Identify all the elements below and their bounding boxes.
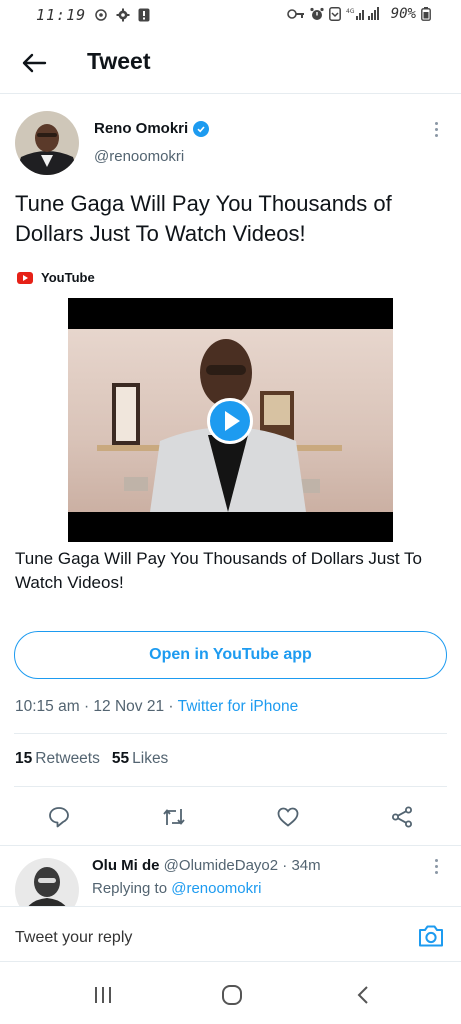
camera-button[interactable]	[417, 923, 445, 949]
tweet-time: 10:15 am	[15, 698, 80, 715]
replying-to-link[interactable]: @renoomokri	[171, 880, 261, 897]
divider	[14, 786, 447, 787]
open-in-youtube-button[interactable]: Open in YouTube app	[14, 631, 447, 679]
share-button[interactable]	[387, 802, 417, 832]
likes-count: 55	[111, 750, 130, 767]
card-title[interactable]: Tune Gaga Will Pay You Thousands of Doll…	[15, 547, 435, 595]
reply-more-button[interactable]	[426, 854, 446, 878]
verified-badge-icon	[193, 120, 210, 137]
retweets-label: Retweets	[35, 750, 100, 767]
reply-input[interactable]: Tweet your reply	[15, 929, 132, 947]
home-icon	[222, 985, 242, 1005]
camera-icon	[419, 925, 443, 947]
reply-composer: Tweet your reply	[0, 906, 461, 962]
reply-age: 34m	[291, 857, 321, 874]
tweet-actions	[0, 798, 461, 836]
replying-prefix: Replying to	[92, 880, 168, 897]
youtube-icon	[17, 271, 33, 284]
more-dot	[434, 870, 438, 874]
download-icon	[328, 7, 341, 21]
status-bar: 11:19 4G 90%	[0, 0, 461, 30]
reply-header[interactable]: Olu Mi de @OlumideDayo2 · 34m	[92, 857, 321, 874]
more-dot	[434, 858, 438, 862]
replying-to: Replying to @renoomokri	[92, 880, 261, 897]
reply-author-name: Olu Mi de	[92, 857, 160, 874]
play-button[interactable]	[207, 398, 253, 444]
divider	[0, 845, 461, 846]
more-dot	[434, 864, 438, 868]
tweet-date: 12 Nov 21	[93, 698, 165, 715]
tweet-client-link[interactable]: Twitter for iPhone	[178, 698, 299, 715]
signal-icon: 4G	[346, 7, 379, 20]
author-handle[interactable]: @renoomokri	[94, 148, 184, 165]
retweets-stat[interactable]: 15 Retweets	[15, 750, 100, 768]
status-time: 11:19	[36, 6, 87, 24]
system-navigation-bar	[0, 962, 461, 1024]
like-button[interactable]	[273, 802, 303, 832]
page-title: Tweet	[87, 48, 151, 74]
battery-icon	[421, 7, 431, 21]
divider	[14, 733, 447, 734]
card-source-label: YouTube	[41, 270, 95, 285]
card-source: YouTube	[17, 270, 95, 285]
reply-author-handle: @OlumideDayo2	[163, 857, 279, 874]
key-icon	[286, 9, 304, 19]
more-dot	[434, 133, 438, 137]
likes-label: Likes	[132, 750, 169, 767]
video-thumbnail[interactable]	[68, 298, 393, 542]
reply-button[interactable]	[44, 802, 74, 832]
tweet-stats: 15 Retweets 55 Likes	[15, 750, 168, 768]
cloud-settings-icon	[95, 9, 107, 21]
tweet-text: Tune Gaga Will Pay You Thousands of Doll…	[15, 191, 392, 246]
top-app-bar: Tweet	[0, 34, 461, 94]
tweet-meta: 10:15 am · 12 Nov 21 · Twitter for iPhon…	[15, 698, 299, 715]
more-dot	[434, 121, 438, 125]
retweet-icon	[163, 809, 185, 825]
gear-icon	[116, 8, 130, 22]
author-name[interactable]: Reno Omokri	[94, 120, 210, 137]
recent-apps-button[interactable]	[89, 984, 117, 1006]
arrow-left-icon	[22, 53, 47, 73]
home-button[interactable]	[218, 984, 246, 1006]
chevron-left-icon	[357, 986, 368, 1004]
reply-icon	[49, 807, 69, 828]
system-back-button[interactable]	[349, 984, 377, 1006]
battery-level: 90%	[390, 6, 416, 22]
author-name-text: Reno Omokri	[94, 120, 189, 137]
heart-icon	[277, 807, 299, 827]
more-dot	[434, 127, 438, 131]
share-icon	[392, 806, 412, 828]
alarm-icon	[310, 7, 324, 20]
author-avatar[interactable]	[15, 111, 79, 175]
alert-icon	[138, 8, 150, 22]
retweets-count: 15	[15, 750, 33, 767]
likes-stat[interactable]: 55 Likes	[112, 750, 168, 768]
svg-text:4G: 4G	[346, 8, 355, 15]
tweet-more-button[interactable]	[426, 117, 446, 141]
retweet-button[interactable]	[159, 802, 189, 832]
recent-apps-icon	[95, 987, 111, 1003]
back-button[interactable]	[18, 48, 52, 78]
